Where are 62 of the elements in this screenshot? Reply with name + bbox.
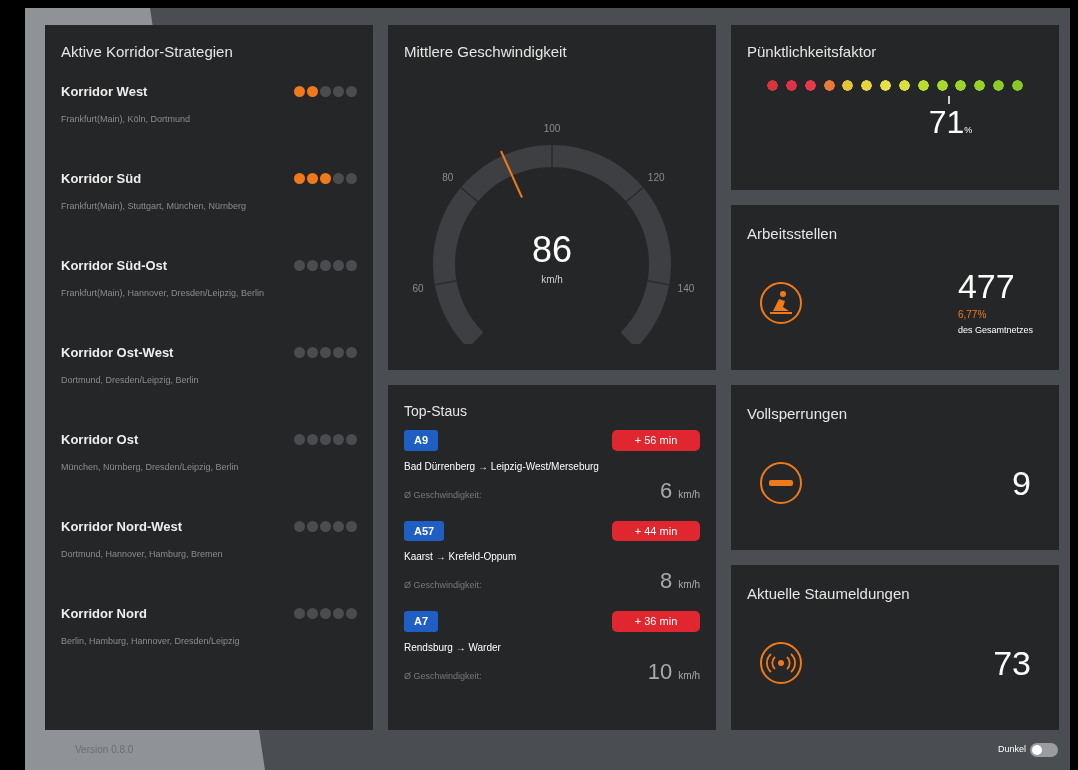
jam-route: Bad Dürrenberg → Leipzig-West/Merseburg bbox=[404, 459, 600, 474]
corridor-route: Frankfurt(Main), Stuttgart, München, Nürnberg bbox=[61, 200, 248, 213]
delay-badge: + 36 min bbox=[612, 611, 700, 632]
speed-value: 86 bbox=[531, 231, 572, 268]
jam-speed: 8 bbox=[660, 567, 673, 595]
corridor-name: Korridor Ost bbox=[61, 430, 139, 449]
corridor-name: Korridor Ost-West bbox=[61, 343, 174, 362]
corridor-route: Berlin, Hamburg, Hannover, Dresden/Leipzig bbox=[61, 635, 241, 648]
corridor-route: Dortmund, Dresden/Leipzig, Berlin bbox=[61, 374, 200, 387]
speed-label: Ø Geschwindigkeit: bbox=[404, 669, 482, 683]
speed-unit: km/h bbox=[541, 272, 563, 287]
card-title: Aktive Korridor-Strategien bbox=[61, 42, 234, 62]
delay-badge: + 56 min bbox=[612, 430, 700, 451]
road-badge: A9 bbox=[404, 430, 439, 451]
speed-label: Ø Geschwindigkeit: bbox=[404, 488, 482, 502]
card-title: Top-Staus bbox=[404, 402, 469, 421]
gauge-tick bbox=[460, 186, 479, 202]
stat-value: 73 bbox=[993, 645, 1031, 680]
broadcast-icon bbox=[759, 640, 803, 685]
card-title: Pünktlichkeitsfaktor bbox=[747, 42, 878, 62]
jam-speed-unit: km/h bbox=[678, 578, 700, 592]
speed-label: Ø Geschwindigkeit: bbox=[404, 579, 482, 592]
corridor-route: München, Nürnberg, Dresden/Leipzig, Berlin bbox=[61, 461, 240, 474]
share-label: des Gesamtnetzes bbox=[957, 323, 1033, 337]
road-badge: A57 bbox=[404, 520, 445, 541]
jam-route: Kaarst → Krefeld-Oppum bbox=[404, 550, 518, 564]
jam-speed-unit: km/h bbox=[678, 668, 700, 683]
theme-toggle[interactable] bbox=[1030, 742, 1058, 757]
gauge-tick-label: 100 bbox=[543, 122, 561, 134]
corridor-route: Frankfurt(Main), Köln, Dortmund bbox=[61, 113, 192, 126]
share-value: 6,77% bbox=[957, 307, 987, 322]
jam-speed: 10 bbox=[647, 657, 673, 686]
stat-value: 9 bbox=[1012, 465, 1031, 500]
gauge-tick bbox=[625, 186, 644, 202]
corridor-name: Korridor Süd-Ost bbox=[61, 256, 168, 275]
gauge-tick bbox=[646, 279, 670, 285]
jam-speed-unit: km/h bbox=[678, 487, 700, 502]
roadwork-icon bbox=[759, 280, 803, 325]
jam-speed: 6 bbox=[660, 476, 673, 505]
card-title: Arbeitsstellen bbox=[747, 224, 839, 244]
punctuality-value: 71 bbox=[928, 105, 965, 138]
gauge-tick bbox=[434, 279, 458, 285]
gauge-tick-label: 120 bbox=[647, 171, 665, 183]
percent-unit: % bbox=[964, 124, 973, 137]
gauge-tick-label: 60 bbox=[412, 282, 424, 294]
gauge-tick-label: 140 bbox=[677, 282, 695, 294]
card-title: Mittlere Geschwindigkeit bbox=[404, 42, 568, 62]
stat-value: 477 bbox=[957, 268, 1015, 303]
toggle-label: Dunkel bbox=[998, 742, 1026, 756]
road-badge: A7 bbox=[404, 611, 439, 632]
no-entry-icon bbox=[759, 460, 803, 505]
card-title: Aktuelle Staumeldungen bbox=[747, 584, 911, 604]
corridor-name: Korridor Nord bbox=[61, 604, 147, 623]
gauge-tick-label: 80 bbox=[442, 171, 454, 183]
corridor-name: Korridor Nord-West bbox=[61, 517, 183, 536]
jam-route: Rendsburg → Warder bbox=[404, 640, 502, 655]
corridor-name: Korridor West bbox=[61, 82, 148, 101]
corridor-route: Dortmund, Hannover, Hamburg, Bremen bbox=[61, 548, 224, 561]
card-title: Vollsperrungen bbox=[747, 404, 849, 424]
corridor-route: Frankfurt(Main), Hannover, Dresden/Leipzig, Berlin bbox=[61, 287, 266, 300]
delay-badge: + 44 min bbox=[612, 520, 700, 541]
corridor-name: Korridor Süd bbox=[61, 169, 142, 188]
